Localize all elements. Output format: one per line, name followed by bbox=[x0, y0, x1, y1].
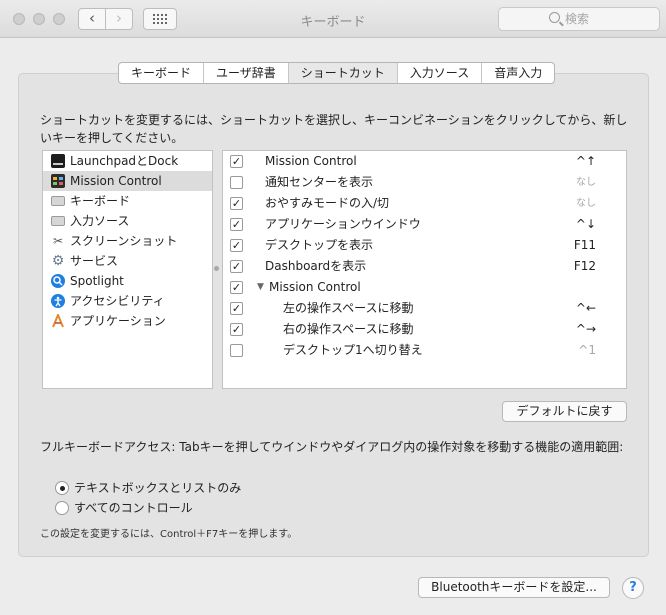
shortcut-row[interactable]: ✓ 左の操作スペースに移動 ^← bbox=[223, 298, 626, 319]
radio-button[interactable] bbox=[55, 481, 69, 495]
split-view-divider[interactable] bbox=[214, 266, 219, 271]
disclosure-triangle-icon[interactable]: ▼ bbox=[257, 277, 264, 298]
shortcut-description: ショートカットを変更するには、ショートカットを選択し、キーコンビネーションをクリ… bbox=[40, 113, 628, 145]
category-keyboard[interactable]: キーボード bbox=[43, 191, 212, 211]
checkmark-icon: ✓ bbox=[231, 281, 242, 294]
restore-defaults-button[interactable]: デフォルトに戻す bbox=[502, 401, 627, 422]
shortcut-label: 左の操作スペースに移動 bbox=[283, 301, 414, 315]
radio-button[interactable] bbox=[55, 501, 69, 515]
accessibility-icon bbox=[51, 294, 65, 308]
setup-bluetooth-keyboard-button[interactable]: Bluetoothキーボードを設定... bbox=[418, 577, 610, 598]
shortcut-label: デスクトップを表示 bbox=[265, 238, 374, 252]
shortcut-label: おやすみモードの入/切 bbox=[265, 196, 390, 210]
shortcut-key[interactable]: なし bbox=[576, 193, 596, 214]
app-shortcuts-icon bbox=[51, 312, 65, 328]
category-label: Spotlight bbox=[70, 274, 124, 288]
shortcut-label: Mission Control bbox=[265, 154, 357, 168]
shortcut-key[interactable]: F11 bbox=[574, 235, 596, 256]
shortcut-checkbox[interactable]: ✓ bbox=[230, 197, 243, 210]
shortcut-key[interactable]: ^↑ bbox=[576, 151, 596, 172]
radio-label: テキストボックスとリストのみ bbox=[74, 481, 242, 495]
tab-input-sources[interactable]: 入力ソース bbox=[398, 63, 483, 83]
checkmark-icon: ✓ bbox=[231, 155, 242, 168]
shortcut-label: 右の操作スペースに移動 bbox=[283, 322, 414, 336]
category-screenshot[interactable]: ✂ スクリーンショット bbox=[43, 231, 212, 251]
category-launchpad-dock[interactable]: LaunchpadとDock bbox=[43, 151, 212, 171]
shortcut-row[interactable]: 通知センターを表示 なし bbox=[223, 172, 626, 193]
tab-dictation[interactable]: 音声入力 bbox=[482, 63, 554, 83]
checkmark-icon: ✓ bbox=[231, 323, 242, 336]
category-services[interactable]: ⚙ サービス bbox=[43, 251, 212, 271]
mission-control-icon bbox=[51, 174, 65, 188]
shortcut-checkbox[interactable]: ✓ bbox=[230, 239, 243, 252]
launchpad-dock-icon bbox=[51, 154, 65, 168]
category-label: アクセシビリティ bbox=[70, 294, 165, 308]
shortcut-row[interactable]: ✓ 右の操作スペースに移動 ^→ bbox=[223, 319, 626, 340]
shortcut-checkbox[interactable]: ✓ bbox=[230, 155, 243, 168]
search-placeholder: 検索 bbox=[565, 12, 590, 26]
search-field[interactable]: 検索 bbox=[498, 7, 660, 31]
shortcut-checkbox[interactable]: ✓ bbox=[230, 323, 243, 336]
shortcut-label: 通知センターを表示 bbox=[265, 175, 374, 189]
checkmark-icon: ✓ bbox=[231, 218, 242, 231]
title-bar: ‹ › キーボード 検索 bbox=[0, 0, 666, 38]
shortcut-checkbox[interactable]: ✓ bbox=[230, 302, 243, 315]
shortcut-row[interactable]: デスクトップ1へ切り替え ^1 bbox=[223, 340, 626, 361]
category-label: キーボード bbox=[70, 194, 131, 208]
checkmark-icon: ✓ bbox=[231, 260, 242, 273]
shortcut-key[interactable]: ^← bbox=[576, 298, 596, 319]
category-mission-control[interactable]: Mission Control bbox=[43, 171, 212, 191]
radio-label: すべてのコントロール bbox=[74, 501, 193, 515]
tab-user-dictionary[interactable]: ユーザ辞書 bbox=[204, 63, 289, 83]
shortcut-checkbox[interactable]: ✓ bbox=[230, 260, 243, 273]
shortcut-label: デスクトップ1へ切り替え bbox=[283, 343, 423, 357]
shortcut-group-row[interactable]: ✓ ▼ Mission Control bbox=[223, 277, 626, 298]
category-label: 入力ソース bbox=[70, 214, 130, 228]
input-sources-icon bbox=[51, 216, 65, 226]
checkmark-icon: ✓ bbox=[231, 197, 242, 210]
category-label: アプリケーション bbox=[70, 314, 166, 328]
shortcut-row[interactable]: ✓ おやすみモードの入/切 なし bbox=[223, 193, 626, 214]
shortcut-row[interactable]: ✓ デスクトップを表示 F11 bbox=[223, 235, 626, 256]
shortcut-row[interactable]: ✓ Mission Control ^↑ bbox=[223, 151, 626, 172]
shortcut-checkbox[interactable]: ✓ bbox=[230, 281, 243, 294]
category-label: LaunchpadとDock bbox=[70, 154, 179, 168]
shortcut-key[interactable]: なし bbox=[576, 172, 596, 193]
checkmark-icon: ✓ bbox=[231, 302, 242, 315]
category-list: LaunchpadとDock Mission Control キーボード 入力ソ… bbox=[42, 150, 213, 389]
shortcut-label: Dashboardを表示 bbox=[265, 259, 367, 273]
category-label: Mission Control bbox=[70, 174, 162, 188]
shortcut-checkbox[interactable] bbox=[230, 344, 243, 357]
help-button[interactable]: ? bbox=[622, 577, 644, 599]
shortcut-checkbox[interactable]: ✓ bbox=[230, 218, 243, 231]
tab-bar: キーボード ユーザ辞書 ショートカット 入力ソース 音声入力 bbox=[118, 62, 556, 84]
shortcut-key[interactable]: ^→ bbox=[576, 319, 596, 340]
shortcut-key[interactable]: ^↓ bbox=[576, 214, 596, 235]
shortcut-key[interactable]: ^1 bbox=[578, 340, 596, 361]
tab-keyboard[interactable]: キーボード bbox=[119, 63, 205, 83]
category-accessibility[interactable]: アクセシビリティ bbox=[43, 291, 212, 311]
shortcut-row[interactable]: ✓ Dashboardを表示 F12 bbox=[223, 256, 626, 277]
shortcut-row[interactable]: ✓ アプリケーションウインドウ ^↓ bbox=[223, 214, 626, 235]
shortcut-label: アプリケーションウインドウ bbox=[265, 217, 421, 231]
checkmark-icon: ✓ bbox=[231, 239, 242, 252]
search-icon bbox=[549, 12, 560, 23]
shortcut-checkbox[interactable] bbox=[230, 176, 243, 189]
shortcut-list: ✓ Mission Control ^↑ 通知センターを表示 なし ✓ おやすみ… bbox=[222, 150, 627, 389]
help-icon: ? bbox=[629, 580, 637, 595]
category-app-shortcuts[interactable]: アプリケーション bbox=[43, 311, 212, 331]
full-keyboard-access-label: フルキーボードアクセス: Tabキーを押してウインドウやダイアログ内の操作対象を… bbox=[40, 440, 624, 454]
screenshot-icon: ✂ bbox=[52, 234, 64, 248]
tab-shortcuts[interactable]: ショートカット bbox=[288, 63, 398, 83]
shortcut-group-label: Mission Control bbox=[269, 280, 361, 294]
shortcut-key[interactable]: F12 bbox=[574, 256, 596, 277]
category-label: サービス bbox=[70, 254, 119, 268]
category-input-sources[interactable]: 入力ソース bbox=[43, 211, 212, 231]
shortcut-hint-note: この設定を変更するには、Control＋F7キーを押します。 bbox=[40, 529, 298, 540]
keyboard-icon bbox=[51, 196, 65, 206]
category-spotlight[interactable]: Spotlight bbox=[43, 271, 212, 291]
spotlight-icon bbox=[51, 274, 65, 288]
category-label: スクリーンショット bbox=[70, 234, 178, 248]
services-gear-icon: ⚙ bbox=[51, 253, 65, 269]
